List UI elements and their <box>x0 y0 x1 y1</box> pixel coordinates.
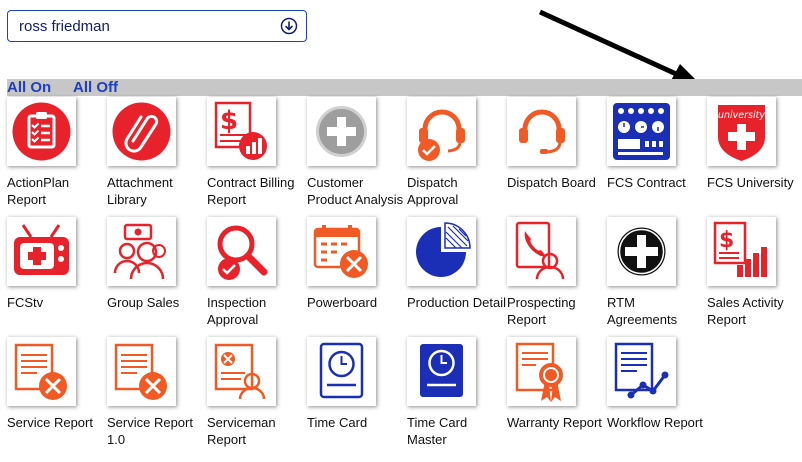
app-label: Service Report 1.0 <box>107 415 193 447</box>
toggle-bar: All On All Off <box>7 79 802 96</box>
app-label: Group Sales <box>107 295 180 310</box>
app-label: Sales Activity Report <box>707 295 784 327</box>
app-label: Serviceman Report <box>207 415 276 447</box>
university-shield-icon: university <box>707 97 776 166</box>
app-label: Prospecting Report <box>507 295 576 327</box>
app-label: Customer Product Analysis <box>307 175 404 207</box>
plus-circle-black-icon <box>607 217 676 286</box>
phone-person-icon <box>507 217 576 286</box>
app-label: Warranty Report <box>507 415 602 430</box>
headset-check-icon <box>407 97 476 166</box>
app-label: Workflow Report <box>607 415 703 430</box>
app-label: Time Card Master <box>407 415 468 447</box>
app-label: Production Detail <box>407 295 506 310</box>
all-off-link[interactable]: All Off <box>73 78 118 97</box>
chevron-down-circle-icon[interactable] <box>280 17 298 35</box>
document-ribbon-icon <box>507 337 576 406</box>
app-label: Time Card <box>307 415 368 430</box>
app-label: FCS University <box>707 175 794 190</box>
app-label: ActionPlan Report <box>7 175 70 207</box>
app-label: Service Report <box>7 415 93 430</box>
tv-plus-icon <box>7 217 76 286</box>
all-on-link[interactable]: All On <box>7 78 51 97</box>
document-tools-icon <box>7 337 76 406</box>
app-label: Attachment Library <box>107 175 173 207</box>
app-label: Dispatch Board <box>507 175 596 190</box>
user-select[interactable]: ross friedman <box>7 10 307 42</box>
calendar-tools-icon <box>307 217 376 286</box>
user-select-value: ross friedman <box>19 17 110 35</box>
clock-card-dark-icon <box>407 337 476 406</box>
clock-card-icon <box>307 337 376 406</box>
svg-text:$: $ <box>220 106 238 136</box>
document-line-chart-icon <box>607 337 676 406</box>
document-tools-icon <box>107 337 176 406</box>
app-label: Powerboard <box>307 295 378 310</box>
clipboard-checklist-icon <box>7 97 76 166</box>
dollar-document-chart-icon: $ <box>207 97 276 166</box>
app-label: Contract Billing Report <box>207 175 295 207</box>
group-money-icon <box>107 217 176 286</box>
pie-chart-icon <box>407 217 476 286</box>
app-label: Inspection Approval <box>207 295 267 327</box>
plus-circle-gray-icon <box>307 97 376 166</box>
app-label: RTM Agreements <box>607 295 678 327</box>
app-label: FCS Contract <box>607 175 686 190</box>
contract-dashboard-icon <box>607 97 676 166</box>
magnifier-check-icon <box>207 217 276 286</box>
svg-text:$: $ <box>719 228 734 253</box>
app-label: Dispatch Approval <box>407 175 459 207</box>
university-text: university <box>718 110 765 121</box>
app-label: FCStv <box>7 295 44 310</box>
dollar-bar-chart-icon: $ <box>707 217 776 286</box>
document-person-icon <box>207 337 276 406</box>
headset-icon <box>507 97 576 166</box>
paperclip-icon <box>107 97 176 166</box>
